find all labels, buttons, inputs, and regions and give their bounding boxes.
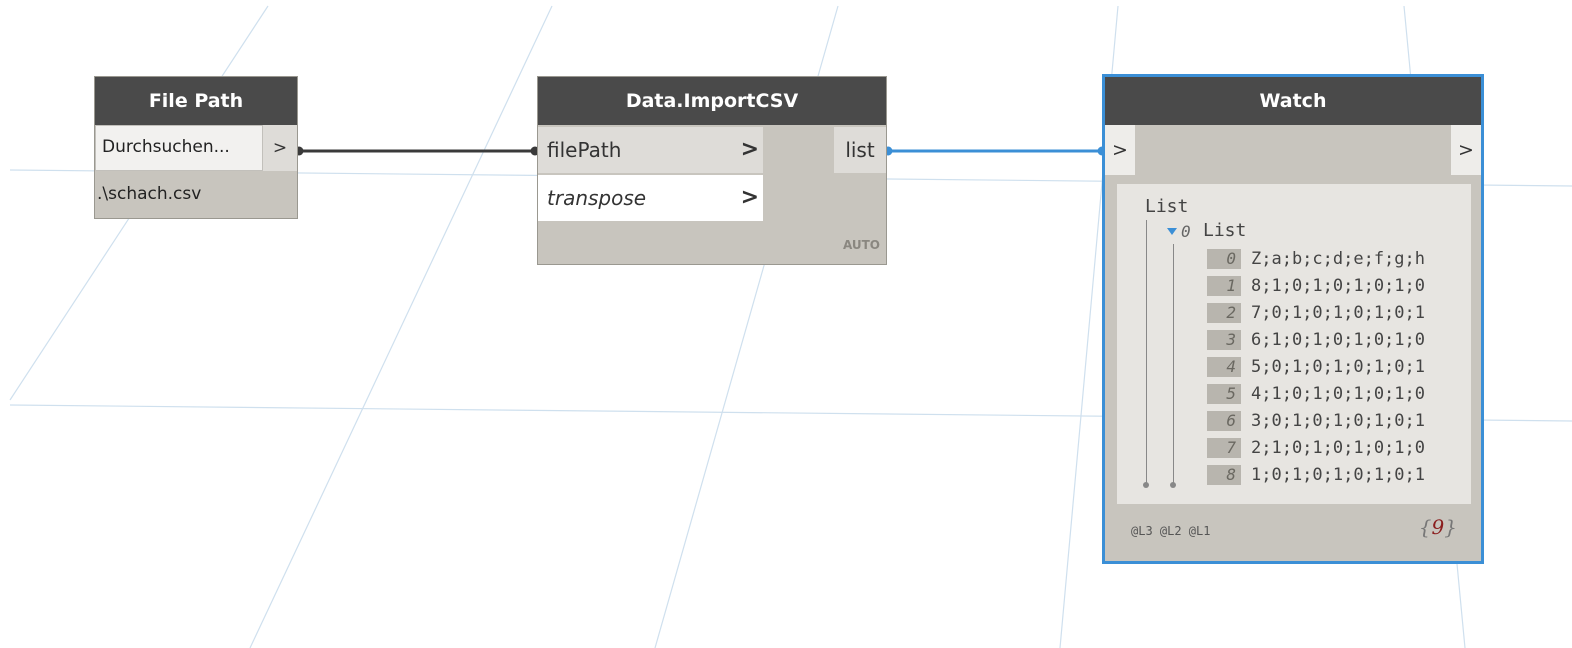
- import-csv-node[interactable]: Data.ImportCSV filePath > transpose > li…: [537, 76, 887, 265]
- item-value: 3;0;1;0;1;0;1;0;1: [1251, 411, 1425, 431]
- item-value: 8;1;0;1;0;1;0;1;0: [1251, 276, 1425, 296]
- list-levels-indicator[interactable]: @L3 @L2 @L1: [1131, 524, 1210, 538]
- browse-button[interactable]: Durchsuchen...: [95, 125, 263, 171]
- output-port[interactable]: >: [1451, 125, 1481, 175]
- item-count: {9}: [1419, 515, 1457, 539]
- item-value: 2;1;0;1;0;1;0;1;0: [1251, 438, 1425, 458]
- count-brace-close: }: [1444, 515, 1457, 539]
- chevron-right-icon: >: [740, 185, 759, 210]
- output-port-list[interactable]: list: [834, 127, 886, 173]
- item-value: 6;1;0;1;0;1;0;1;0: [1251, 330, 1425, 350]
- port-label: transpose: [547, 186, 647, 210]
- count-value: 9: [1431, 515, 1445, 539]
- output-port[interactable]: >: [263, 125, 297, 171]
- chevron-right-icon: >: [740, 137, 759, 162]
- node-title[interactable]: Data.ImportCSV: [538, 77, 886, 125]
- item-index: 7: [1207, 438, 1241, 458]
- input-port-filepath[interactable]: filePath >: [538, 127, 763, 173]
- item-index: 5: [1207, 384, 1241, 404]
- item-index: 8: [1207, 465, 1241, 485]
- item-index: 3: [1207, 330, 1241, 350]
- file-path-value: .\schach.csv: [95, 171, 297, 218]
- watch-preview-panel[interactable]: List 0 List 0 Z;a;b;c;d;e;f;g;h 1 8;1;0;…: [1117, 184, 1471, 504]
- item-index: 1: [1207, 276, 1241, 296]
- lacing-indicator[interactable]: AUTO: [843, 238, 880, 252]
- sublist-index: 0: [1181, 222, 1191, 241]
- item-value: 1;0;1;0;1;0;1;0;1: [1251, 465, 1425, 485]
- item-value: 5;0;1;0;1;0;1;0;1: [1251, 357, 1425, 377]
- input-port[interactable]: >: [1105, 125, 1135, 175]
- node-title[interactable]: Watch: [1105, 77, 1481, 125]
- item-index: 4: [1207, 357, 1241, 377]
- sublist-label: List: [1203, 220, 1247, 241]
- item-index: 6: [1207, 411, 1241, 431]
- item-value: 4;1;0;1;0;1;0;1;0: [1251, 384, 1425, 404]
- node-title[interactable]: File Path: [95, 77, 297, 125]
- collapse-arrow-icon[interactable]: [1167, 228, 1177, 235]
- item-value: 7;0;1;0;1;0;1;0;1: [1251, 303, 1425, 323]
- item-index: 2: [1207, 303, 1241, 323]
- tree-dot: [1170, 482, 1176, 488]
- tree-dot: [1143, 482, 1149, 488]
- item-index: 0: [1207, 249, 1241, 269]
- tree-line-l3: [1146, 220, 1147, 486]
- root-list-label: List: [1145, 196, 1189, 217]
- item-value: Z;a;b;c;d;e;f;g;h: [1251, 249, 1425, 269]
- graph-canvas[interactable]: File Path Durchsuchen... > .\schach.csv …: [0, 0, 1572, 648]
- input-port-transpose[interactable]: transpose >: [538, 175, 763, 221]
- file-path-node[interactable]: File Path Durchsuchen... > .\schach.csv: [94, 76, 298, 219]
- tree-line-l2: [1173, 244, 1174, 486]
- watch-node[interactable]: Watch > > List 0 List 0 Z;a;b;c;d;e;f;g;…: [1102, 74, 1484, 564]
- count-brace-open: {: [1418, 515, 1432, 539]
- port-label: filePath: [547, 138, 622, 162]
